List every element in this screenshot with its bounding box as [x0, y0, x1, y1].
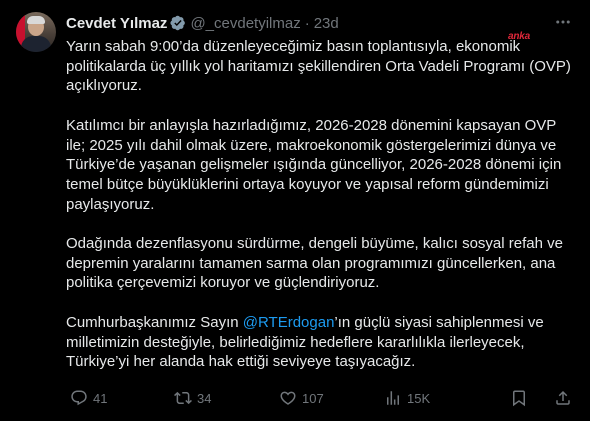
retweet-button[interactable]: 34: [174, 388, 211, 408]
views-count: 15K: [407, 390, 431, 406]
retweet-icon: [174, 391, 192, 405]
bookmark-icon: [513, 390, 525, 407]
paragraph-4-start: Cumhurbaşkanımız Sayın: [66, 313, 243, 331]
more-button[interactable]: [552, 12, 574, 32]
like-button[interactable]: 107: [279, 388, 324, 408]
share-icon: [556, 390, 570, 405]
tweet-paragraph-3: Odağında dezenflasyonu sürdürme, dengeli…: [66, 235, 563, 292]
avatar[interactable]: [16, 12, 56, 52]
views-button[interactable]: 15K: [384, 388, 430, 408]
tweet-paragraph-1: Yarın sabah 9:00’da düzenleyeceğimiz bas…: [66, 38, 571, 95]
tweet-paragraph-4: Cumhurbaşkanımız Sayın @RTErdogan’ın güç…: [66, 313, 576, 372]
verified-badge-icon: [170, 15, 186, 31]
author-name[interactable]: Cevdet Yılmaz: [66, 15, 167, 32]
share-button[interactable]: [554, 388, 572, 408]
views-icon: [387, 391, 399, 405]
reply-icon: [71, 390, 87, 406]
header-separator: ·: [304, 14, 310, 32]
more-icon: [556, 20, 570, 24]
avatar-hair: [27, 16, 45, 24]
like-count: 107: [302, 390, 324, 406]
like-icon: [280, 391, 296, 405]
author-handle[interactable]: @_cevdetyilmaz: [190, 15, 300, 32]
action-bar: 41 34 107 15K: [66, 388, 576, 408]
avatar-suit: [21, 36, 51, 52]
tweet-paragraph-2: Katılımcı bir anlayışla hazırladığımız, …: [66, 116, 562, 213]
tweet[interactable]: Cevdet Yılmaz @_cevdetyilmaz · 23d anka …: [0, 0, 590, 421]
retweet-count: 34: [197, 390, 212, 406]
tweet-time[interactable]: 23d: [314, 15, 339, 32]
mention-link[interactable]: @RTErdogan: [243, 314, 335, 331]
reply-count: 41: [93, 390, 108, 406]
tweet-header: Cevdet Yılmaz @_cevdetyilmaz · 23d: [66, 13, 339, 33]
reply-button[interactable]: 41: [70, 388, 107, 408]
bookmark-button[interactable]: [510, 388, 528, 408]
tweet-body: Yarın sabah 9:00’da düzenleyeceğimiz bas…: [66, 37, 576, 392]
